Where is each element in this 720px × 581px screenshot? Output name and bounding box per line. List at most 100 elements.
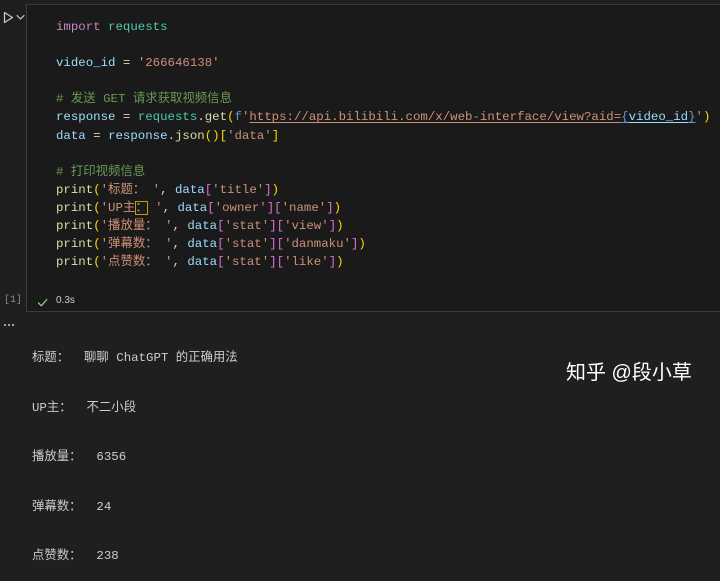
code-token: 'like': [284, 255, 329, 270]
code-token: ): [702, 110, 711, 125]
code-token: ]: [269, 237, 277, 252]
code-token: ,: [160, 182, 175, 197]
cell-output: 标题： 聊聊 ChatGPT 的正确用法 UP主： 不二小段 播放量： 6356…: [32, 317, 238, 581]
code-token: ): [336, 255, 344, 270]
code-line[interactable]: video_id = '266646138': [56, 54, 720, 72]
execution-count: [1]: [4, 295, 23, 306]
code-token: ': [695, 110, 703, 125]
code-line[interactable]: print('点赞数： ', data['stat']['like']): [56, 253, 720, 271]
code-token: requests: [108, 20, 168, 34]
code-token: 'danmaku': [284, 237, 351, 252]
code-token: [: [217, 255, 225, 270]
check-icon: [37, 298, 48, 307]
code-token: data: [56, 128, 86, 143]
code-token: ,: [162, 200, 178, 215]
code-token: 'owner': [214, 200, 267, 215]
code-token: (: [93, 200, 101, 215]
code-token: [: [207, 200, 215, 215]
code-cell[interactable]: import requests video_id = '266646138' # 发…: [26, 4, 720, 312]
code-token: data: [187, 237, 218, 252]
run-cell-button[interactable]: [3, 11, 14, 24]
code-line[interactable]: data = response.json()['data']: [56, 127, 720, 145]
code-token: ': [147, 200, 163, 215]
watermark: 知乎 @段小草: [566, 362, 692, 384]
code-token: data: [187, 255, 218, 270]
code-token: [: [217, 237, 225, 252]
code-line[interactable]: response = requests.get(f ' https://api.bi…: [56, 108, 720, 126]
code-token: '标题： ': [100, 182, 161, 197]
code-token: (: [227, 110, 235, 125]
code-token: ]: [269, 255, 277, 270]
execution-duration: 0.3s: [56, 295, 75, 306]
code-token: ]: [264, 182, 272, 197]
code-line[interactable]: # 打印视频信息: [56, 163, 720, 181]
code-token: 'stat': [224, 255, 270, 270]
code-token: 'data': [227, 128, 272, 143]
code-token: print: [56, 219, 94, 234]
output-line: 播放量： 6356: [32, 450, 127, 464]
code-token: {: [621, 110, 629, 125]
code-token: =: [115, 56, 138, 71]
code-token: .: [167, 128, 175, 143]
code-token: [: [219, 128, 228, 143]
code-token: print: [56, 237, 94, 252]
code-token: (: [93, 182, 101, 197]
code-line[interactable]: [56, 72, 720, 90]
code-token: response: [56, 110, 116, 125]
code-token: (: [93, 237, 101, 252]
code-token: data: [177, 200, 208, 215]
code-line[interactable]: print('弹幕数： ', data['stat']['danmaku']): [56, 235, 720, 253]
code-token: print: [56, 182, 94, 197]
code-token: '266646138': [137, 56, 220, 71]
code-line[interactable]: # 发送 GET 请求获取视频信息: [56, 90, 720, 108]
code-line[interactable]: import requests: [56, 18, 720, 36]
code-editor[interactable]: import requests video_id = '266646138' # 发…: [56, 18, 720, 271]
code-token: 'stat': [224, 219, 270, 234]
code-token: [: [217, 219, 225, 234]
code-token: import: [56, 20, 101, 34]
code-token: (): [204, 128, 220, 143]
code-token: '点赞数： ': [100, 255, 173, 270]
code-token: 'stat': [224, 237, 270, 252]
output-line: 标题： 聊聊 ChatGPT 的正确用法: [32, 351, 238, 365]
code-token: .: [197, 110, 205, 125]
code-token: ): [336, 219, 344, 234]
code-token: ): [271, 182, 280, 197]
code-token: [: [276, 255, 285, 270]
code-token: 'title': [212, 182, 265, 197]
code-line[interactable]: [56, 145, 720, 163]
code-token: =: [115, 110, 138, 125]
code-token: data: [187, 219, 218, 234]
code-line[interactable]: print('UP主： ', data['owner']['name']): [56, 199, 720, 217]
code-line[interactable]: print('标题： ', data['title']): [56, 181, 720, 199]
code-token: # 发送 GET 请求获取视频信息: [56, 92, 232, 107]
code-line[interactable]: [56, 36, 720, 54]
code-token: }: [688, 110, 696, 125]
code-token: '弹幕数： ': [100, 237, 173, 252]
output-line: 点赞数： 238: [32, 549, 119, 563]
output-line: 弹幕数： 24: [32, 499, 112, 514]
output-more-actions-button[interactable]: [4, 322, 18, 328]
code-token: print: [56, 255, 94, 270]
code-token: ,: [172, 219, 188, 234]
code-token: ]: [271, 128, 280, 143]
code-token: json: [175, 128, 205, 143]
code-token: [: [276, 219, 285, 234]
code-line[interactable]: print('播放量： ', data['stat']['view']): [56, 217, 720, 235]
code-token: (: [93, 219, 101, 234]
ambiguous-character-highlight: ：: [135, 200, 148, 215]
code-token: 'name': [281, 200, 327, 215]
code-token: # 打印视频信息: [56, 164, 146, 179]
code-token: (: [93, 255, 101, 270]
code-token: ,: [172, 255, 188, 270]
ellipsis-icon: [4, 324, 14, 326]
code-token: https://api.bilibili.com/x/web-interface…: [249, 110, 622, 125]
code-token: =: [85, 128, 109, 143]
code-token: 'view': [284, 219, 329, 234]
collapse-cell-button[interactable]: [16, 14, 25, 21]
execution-success-status: [37, 295, 48, 307]
code-token: video_id: [56, 56, 116, 71]
code-token: [: [276, 237, 285, 252]
code-token: ]: [328, 255, 337, 270]
code-token: video_id: [628, 110, 689, 125]
